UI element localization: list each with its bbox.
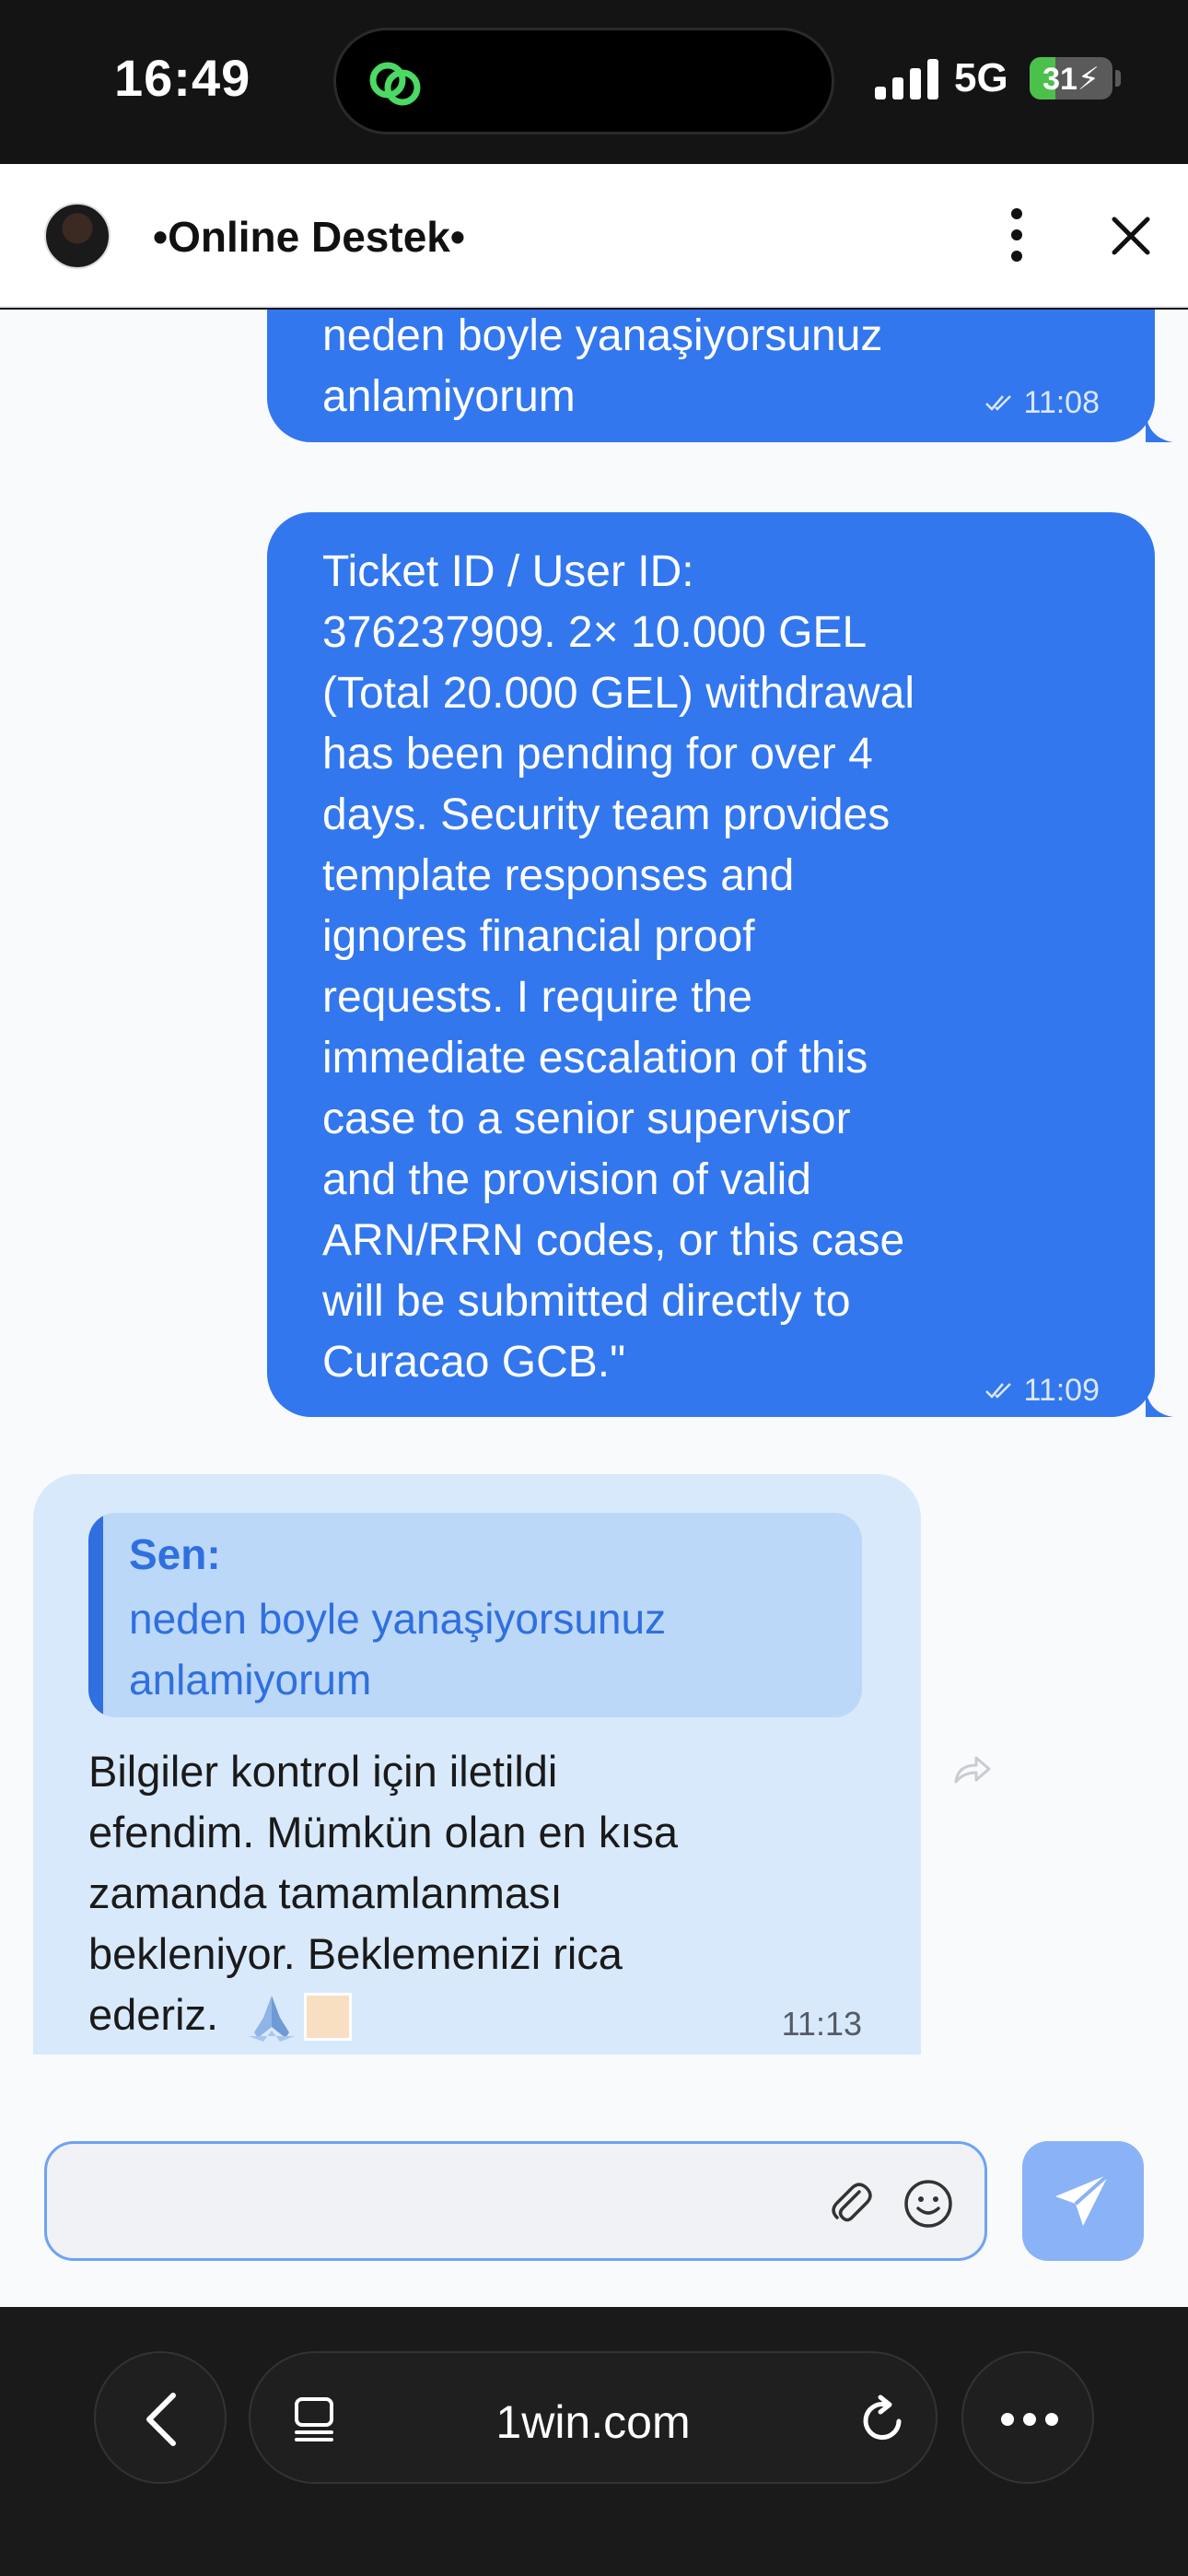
battery-percent: 31⚡: [1042, 62, 1100, 97]
message-time: 11:09: [1023, 1373, 1100, 1408]
send-icon: [1055, 2172, 1111, 2226]
message-composer: [0, 2091, 1188, 2307]
more-horizontal-icon: [1001, 2413, 1058, 2426]
double-check-icon: [985, 1383, 1012, 1399]
dynamic-island: [333, 28, 834, 135]
back-button[interactable]: [94, 2351, 227, 2484]
bubble-tail: [1146, 415, 1173, 442]
message-meta: 11:08: [984, 372, 1100, 433]
quote-author: Sen:: [129, 1530, 221, 1578]
network-type: 5G: [954, 55, 1008, 100]
url-text: 1win.com: [495, 2396, 691, 2448]
message-outgoing[interactable]: neden boyle yanaşiyorsunuz anlamiyorum 1…: [267, 310, 1155, 442]
reload-icon[interactable]: [858, 2394, 908, 2445]
forward-icon[interactable]: [952, 1752, 993, 1786]
more-vertical-icon[interactable]: [998, 203, 1035, 267]
link-app-icon: [369, 62, 421, 106]
battery-icon: 31⚡: [1030, 57, 1112, 100]
message-incoming[interactable]: Sen: neden boyle yanaşiyorsunuz anlamiyo…: [33, 1474, 921, 2055]
quote-accent-bar: [88, 1513, 103, 1717]
skin-tone-modifier: [304, 1993, 352, 2041]
avatar[interactable]: [44, 203, 111, 269]
message-input-box[interactable]: [44, 2141, 987, 2261]
quoted-message[interactable]: Sen: neden boyle yanaşiyorsunuz anlamiyo…: [88, 1513, 862, 1717]
more-button[interactable]: [961, 2351, 1094, 2484]
battery-cap: [1115, 70, 1121, 87]
status-time: 16:49: [114, 49, 251, 107]
double-check-icon: [985, 395, 1012, 411]
back-icon: [146, 2393, 176, 2446]
status-bar: 16:49 5G 31⚡: [0, 0, 1188, 164]
message-text: neden boyle yanaşiyorsunuz anlamiyorum: [322, 311, 883, 421]
send-button[interactable]: [1022, 2141, 1144, 2261]
message-text: Ticket ID / User ID: 376237909. 2× 10.00…: [322, 547, 914, 1387]
address-bar[interactable]: 1win.com: [249, 2351, 938, 2484]
paperclip-icon[interactable]: [826, 2179, 876, 2229]
bubble-tail: [1146, 1389, 1173, 1417]
pray-hands-icon: [249, 1996, 295, 2042]
message-input[interactable]: [75, 2172, 830, 2232]
message-text: Bilgiler kontrol için iletildi efendim. …: [88, 1747, 679, 2039]
message-meta: 11:09: [984, 1360, 1100, 1421]
chat-header: •Online Destek•: [0, 164, 1188, 308]
signal-icon: [875, 59, 938, 100]
message-time: 11:13: [781, 2005, 862, 2043]
message-emoji: [245, 1990, 352, 2043]
message-outgoing[interactable]: Ticket ID / User ID: 376237909. 2× 10.00…: [267, 512, 1155, 1417]
chat-title: •Online Destek•: [153, 213, 465, 261]
message-time: 11:08: [1023, 385, 1100, 420]
close-icon[interactable]: [1101, 206, 1160, 265]
browser-toolbar: 1win.com: [0, 2307, 1188, 2576]
quote-text: neden boyle yanaşiyorsunuz anlamiyorum: [129, 1595, 667, 1704]
smiley-icon[interactable]: [902, 2177, 955, 2231]
chat-messages[interactable]: neden boyle yanaşiyorsunuz anlamiyorum 1…: [0, 310, 1188, 2307]
